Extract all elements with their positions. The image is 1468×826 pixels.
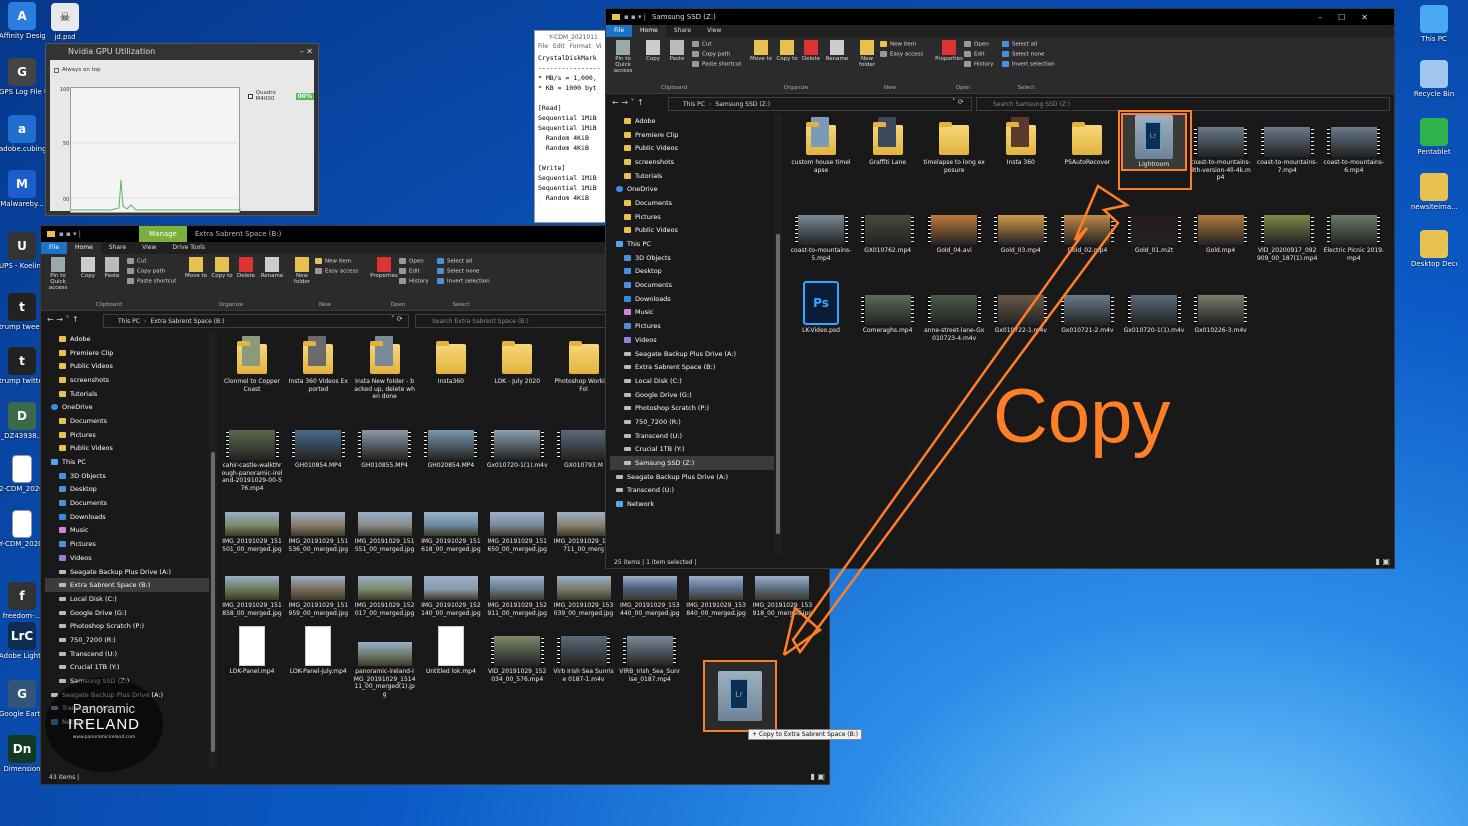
copy-annotation-text: Copy <box>993 374 1171 459</box>
watermark: Panoramic IRELAND www.panoramicireland.c… <box>45 677 163 772</box>
watermark-line1: Panoramic <box>72 701 136 716</box>
annotation-arrow <box>782 184 1131 657</box>
watermark-url: www.panoramicireland.com <box>72 735 136 740</box>
desktop: AAffinity DesignerGGPS Log File Utilitya… <box>0 0 1468 826</box>
watermark-line2: IRELAND <box>67 716 141 733</box>
lightroom-highlight-box <box>1118 110 1192 190</box>
